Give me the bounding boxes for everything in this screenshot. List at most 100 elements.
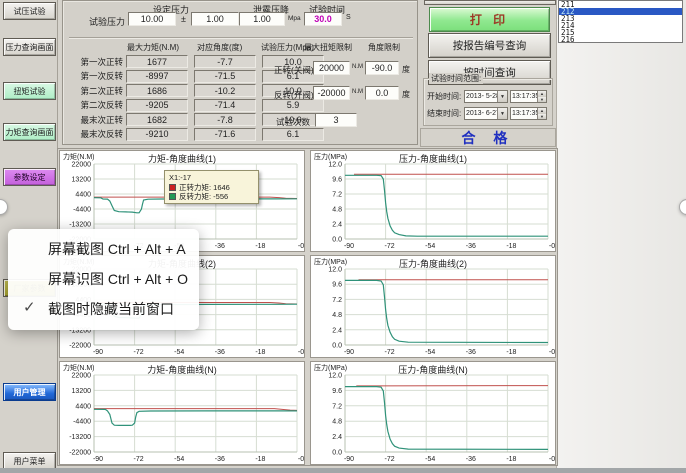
angle-cell: -7.7 (194, 55, 256, 68)
tick-label: -0 (298, 349, 304, 356)
cutoff-button[interactable] (424, 0, 556, 5)
reverse-angle-field[interactable]: 0.0 (365, 86, 399, 100)
sidebar-button-5[interactable]: 参数设定 (3, 168, 56, 186)
tick-label: -18 (255, 349, 265, 356)
angle-cell: -7.8 (194, 113, 256, 126)
context-menu-item-label: 截图时隐藏当前窗口 (48, 299, 174, 319)
qualified-status-badge: 合 格 (420, 128, 556, 147)
tick-label: -36 (466, 349, 476, 356)
sidebar-button-4[interactable]: 力矩查询画面 (3, 123, 56, 141)
forward-angle-field[interactable]: -90.0 (365, 61, 399, 75)
torque-cell: 1677 (126, 55, 188, 68)
print-button[interactable]: 打 印 (429, 7, 550, 32)
forward-torque-unit: N.M (352, 64, 363, 70)
legend-swatch-icon (169, 193, 176, 200)
report-panel: 211212213214215216 (556, 0, 686, 468)
chart-cell-5: 力矩(N.M)力矩-角度曲线(N)22000132004400-4400-132… (59, 361, 305, 465)
series-反转压力 (345, 175, 548, 236)
tick-label: 4.8 (332, 207, 342, 214)
test-pressure-label: 试验压力 (89, 15, 125, 28)
end-date-value: 2013- 6-27 (465, 108, 497, 119)
sidebar-button-2[interactable]: 压力查询画面 (3, 38, 56, 56)
tick-label: -22000 (69, 343, 91, 350)
sidebar-button-1[interactable]: 试压试验 (3, 2, 56, 20)
reverse-torque-field[interactable]: -20000 (313, 86, 350, 100)
tick-label: -22000 (69, 450, 91, 457)
start-time-value: 13:17:35 (511, 91, 537, 102)
legend-tooltip: X1:-17正转力矩: 1646反转力矩: -556 (164, 170, 259, 204)
angle-cell: -71.4 (194, 99, 256, 112)
left-edge-handle[interactable] (0, 199, 8, 215)
legend-swatch-icon (169, 184, 176, 191)
report-listbox[interactable]: 211212213214215216 (558, 0, 683, 43)
leak-drop-field[interactable]: 1.00 (239, 12, 285, 26)
tick-label: 2.4 (332, 327, 342, 334)
dropdown-arrow-icon[interactable]: ▼ (497, 91, 507, 102)
chart-title: 压力-角度曲线(N) (311, 363, 555, 376)
tick-label: 4400 (75, 192, 91, 199)
start-time-spinner[interactable]: 13:17:35 ▲▼ (510, 90, 547, 103)
screenshot-context-menu: 屏幕截图 Ctrl + Alt + A 屏幕识图 Ctrl + Alt + O✓截… (8, 229, 199, 330)
tick-label: -18 (506, 456, 516, 463)
tick-label: -4400 (73, 419, 91, 426)
tick-label: -36 (215, 456, 225, 463)
end-time-spinner[interactable]: 13:17:35 ▲▼ (510, 107, 547, 120)
torque-limit-header: 最大扭矩限制 (304, 42, 352, 53)
tick-label: 0.0 (332, 237, 342, 244)
series-正转力矩 (94, 409, 297, 411)
context-menu-item-label: 屏幕截图 Ctrl + Alt + A (48, 239, 186, 259)
start-date-combo[interactable]: 2013- 5-28 ▼ (464, 90, 508, 103)
report-list-item[interactable]: 212 (559, 8, 682, 15)
chart-plot: 22000132004400-4400-13200-22000-90-72-54… (60, 362, 304, 464)
spinner-arrows-icon[interactable]: ▲▼ (537, 91, 546, 102)
chart-title: 压力-角度曲线(1) (311, 152, 555, 165)
chart-plot: 12.09.67.24.82.40.0-90-72-54-36-18-0 (311, 151, 555, 251)
report-list-item[interactable]: 213 (559, 15, 682, 22)
pressure-cell: 6.1 (262, 128, 324, 141)
tick-label: -54 (425, 456, 435, 463)
forward-torque-field[interactable]: 20000 (313, 61, 350, 75)
forward-label: 正转(关阀) (274, 64, 314, 76)
test-time-field[interactable]: 30.0 (304, 12, 342, 26)
sidebar-button-7[interactable]: 用户管理 (3, 383, 56, 401)
legend-entry-label: 反转力矩: -556 (179, 191, 228, 202)
tick-label: -0 (298, 456, 304, 463)
tick-label: -13200 (69, 434, 91, 441)
angle-cell: -71.6 (194, 128, 256, 141)
tolerance-field[interactable]: 1.00 (191, 12, 239, 26)
tick-label: 0.0 (332, 343, 342, 350)
test-count-field[interactable]: 3 (315, 113, 357, 127)
tick-label: -36 (466, 243, 476, 250)
sidebar-button-3[interactable]: 扭矩试验 (3, 82, 56, 100)
col-header-torque: 最大力矩(N.M) (127, 42, 179, 53)
spinner-arrows-icon[interactable]: ▲▼ (537, 108, 546, 119)
tick-label: 9.6 (332, 388, 342, 395)
plus-minus-label: ± (181, 14, 186, 24)
dropdown-arrow-icon[interactable]: ▼ (497, 108, 507, 119)
report-list-item[interactable]: 215 (559, 29, 682, 36)
tick-label: -0 (549, 349, 555, 356)
test-pressure-field[interactable]: 10.00 (128, 12, 176, 26)
report-list-item[interactable]: 211 (559, 1, 682, 8)
angle-limit-header: 角度限制 (368, 42, 400, 53)
tick-label: -54 (425, 243, 435, 250)
chart-cell-4: 压力(MPa)压力-角度曲线(2)12.09.67.24.82.40.0-90-… (310, 255, 556, 358)
tick-label: -90 (344, 243, 354, 250)
end-date-combo[interactable]: 2013- 6-27 ▼ (464, 107, 508, 120)
tick-label: -18 (506, 243, 516, 250)
report-list-item[interactable]: 214 (559, 22, 682, 29)
tick-label: -18 (506, 349, 516, 356)
chart-title: 压力-角度曲线(2) (311, 257, 555, 270)
context-menu-item-2[interactable]: 屏幕识图 Ctrl + Alt + O (8, 264, 199, 294)
seconds-unit: S (346, 14, 351, 21)
tick-label: 13200 (72, 177, 92, 184)
context-menu-item-3[interactable]: ✓截图时隐藏当前窗口 (8, 294, 199, 324)
time-range-groupbox: 试验时间范围: 开始时间: 2013- 5-28 ▼ 13:17:35 ▲▼ 结… (423, 78, 553, 126)
row-label: 第一次反转 (65, 70, 126, 82)
tick-label: 0.0 (332, 450, 342, 457)
mpa-unit-2: Mpa (288, 15, 301, 22)
query-by-report-button[interactable]: 按报告编号查询 (428, 33, 551, 58)
legend-x-value: X1:-17 (169, 173, 254, 182)
report-list-item[interactable]: 216 (559, 36, 682, 43)
context-menu-item-1[interactable]: 屏幕截图 Ctrl + Alt + A (8, 234, 199, 264)
